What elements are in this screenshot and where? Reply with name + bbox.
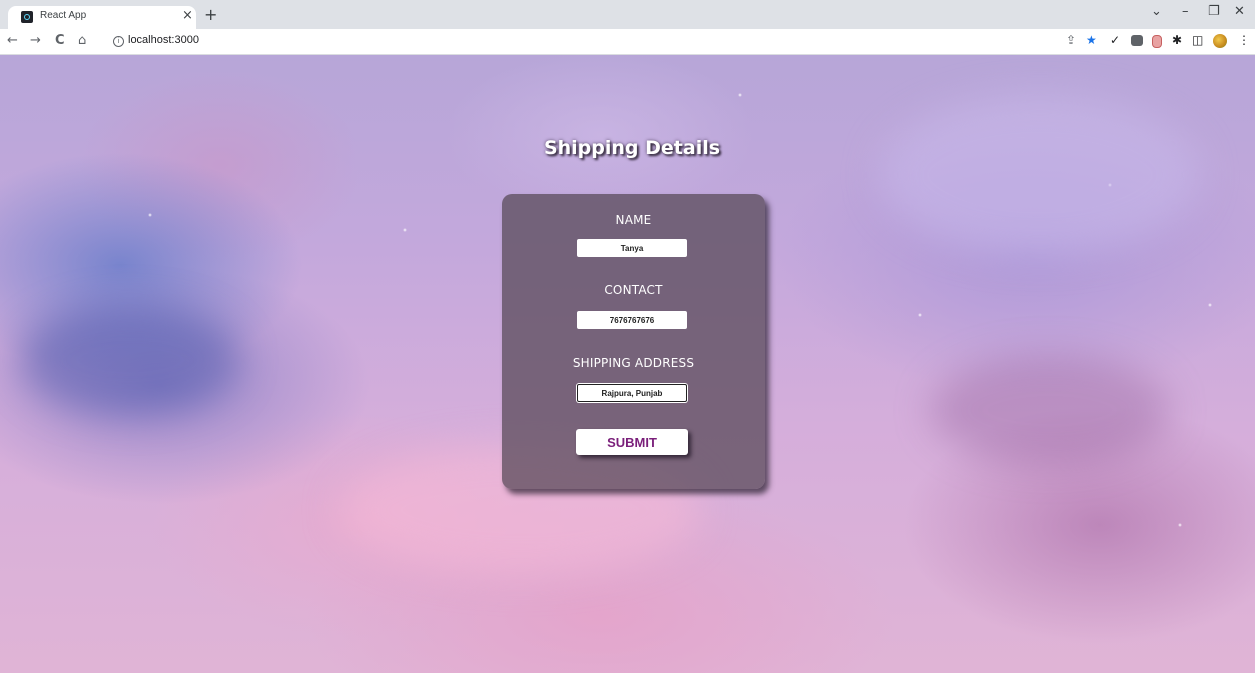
close-window-icon[interactable]: ✕ — [1234, 4, 1245, 19]
browser-tab[interactable]: React App × — [8, 6, 196, 29]
background-cloud — [930, 355, 1170, 465]
browser-menu-icon[interactable]: ⋮ — [1238, 33, 1250, 47]
tab-search-icon[interactable]: ⌄ — [1151, 4, 1162, 19]
back-icon[interactable]: ← — [7, 33, 18, 48]
restore-icon[interactable]: ❐ — [1208, 4, 1220, 19]
browser-window: React App × + ⌄ – ❐ ✕ ← → C ⌂ i localhos… — [0, 0, 1255, 673]
minimize-icon[interactable]: – — [1182, 4, 1189, 19]
forward-icon[interactable]: → — [30, 33, 41, 48]
contact-label: CONTACT — [604, 283, 663, 297]
shipping-form: NAME CONTACT SHIPPING ADDRESS SUBMIT — [502, 194, 765, 489]
new-tab-button[interactable]: + — [204, 5, 217, 24]
home-icon[interactable]: ⌂ — [78, 33, 86, 48]
page-title: Shipping Details — [543, 137, 721, 159]
page-content: Shipping Details NAME CONTACT SHIPPING A… — [0, 55, 1255, 673]
address-bar[interactable]: localhost:3000 — [128, 34, 199, 46]
side-panel-icon[interactable]: ◫ — [1192, 33, 1203, 47]
react-favicon-icon — [21, 11, 33, 23]
reload-icon[interactable]: C — [55, 33, 65, 48]
share-icon[interactable]: ⇪ — [1066, 33, 1076, 47]
extension-shield-icon[interactable] — [1152, 35, 1162, 48]
extension-badge-icon[interactable] — [1131, 35, 1143, 46]
name-input[interactable] — [577, 239, 687, 257]
background-cloud — [20, 305, 240, 415]
extensions-puzzle-icon[interactable]: ✱ — [1172, 33, 1182, 47]
shipping-address-input[interactable] — [577, 384, 687, 402]
browser-toolbar: ← → C ⌂ i localhost:3000 ⇪ ★ ✓ ✱ ◫ ⋮ — [0, 29, 1255, 55]
tab-strip: React App × + ⌄ – ❐ ✕ — [0, 0, 1255, 29]
name-label: NAME — [615, 213, 652, 227]
bookmark-star-icon[interactable]: ★ — [1086, 33, 1097, 47]
tab-title: React App — [40, 10, 87, 21]
tab-close-icon[interactable]: × — [182, 8, 193, 23]
shipping-address-label: SHIPPING ADDRESS — [572, 356, 695, 370]
submit-button[interactable]: SUBMIT — [576, 429, 688, 455]
contact-input[interactable] — [577, 311, 687, 329]
profile-avatar[interactable] — [1213, 34, 1227, 48]
checkmark-extension-icon[interactable]: ✓ — [1110, 33, 1120, 47]
background-cloud — [880, 95, 1200, 255]
site-info-icon[interactable]: i — [113, 36, 124, 47]
